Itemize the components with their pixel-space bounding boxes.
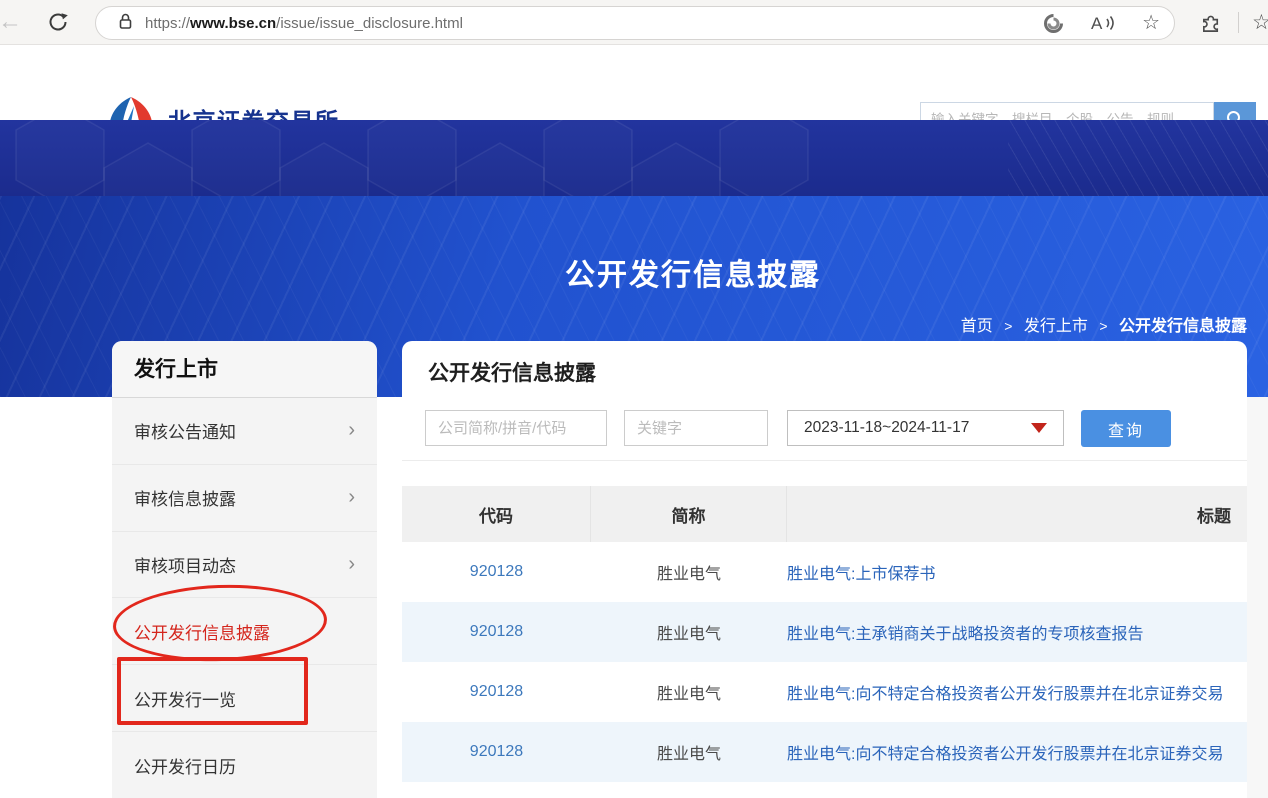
sidebar-item-audit-notices[interactable]: 审核公告通知 › bbox=[112, 398, 377, 465]
stock-code-link[interactable]: 920128 bbox=[402, 722, 591, 782]
column-header-code: 代码 bbox=[402, 486, 591, 542]
refresh-icon[interactable] bbox=[46, 10, 70, 34]
toolbar-divider bbox=[1238, 12, 1239, 33]
content-right-gutter bbox=[1247, 397, 1268, 798]
browser-window: ← https://www.bse.cn/issue/issue_disclos… bbox=[0, 0, 1268, 798]
keyword-filter-input[interactable] bbox=[624, 410, 768, 446]
stock-name: 胜业电气 bbox=[591, 602, 787, 662]
stock-name: 胜业电气 bbox=[591, 662, 787, 722]
table-row: 920128 胜业电气 胜业电气:主承销商关于战略投资者的专项核查报告 bbox=[402, 602, 1247, 662]
filter-divider bbox=[402, 460, 1247, 461]
url-text: https://www.bse.cn/issue/issue_disclosur… bbox=[145, 15, 463, 32]
date-range-value: 2023-11-18~2024-11-17 bbox=[804, 419, 969, 437]
sidebar-item-audit-disclosure[interactable]: 审核信息披露 › bbox=[112, 465, 377, 532]
chevron-right-icon: › bbox=[348, 419, 355, 442]
back-icon[interactable]: ← bbox=[0, 8, 22, 36]
extensions-puzzle-icon[interactable] bbox=[1200, 11, 1223, 39]
document-link[interactable]: 胜业电气:向不特定合格投资者公开发行股票并在北京证券交易 bbox=[787, 662, 1247, 722]
column-header-title: 标题 bbox=[787, 486, 1247, 542]
date-range-select[interactable]: 2023-11-18~2024-11-17 bbox=[787, 410, 1064, 446]
sidebar-item-public-offering-disclosure[interactable]: 公开发行信息披露 bbox=[112, 598, 377, 665]
document-link[interactable]: 胜业电气:上市保荐书 bbox=[787, 542, 1247, 602]
swirl-badge-icon[interactable] bbox=[1043, 13, 1064, 34]
chevron-right-icon: › bbox=[348, 486, 355, 509]
document-link[interactable]: 胜业电气:向不特定合格投资者公开发行股票并在北京证券交易 bbox=[787, 722, 1247, 782]
table-row: 920128 胜业电气 胜业电气:向不特定合格投资者公开发行股票并在北京证券交易 bbox=[402, 662, 1247, 722]
collections-star-icon[interactable]: ☆ bbox=[1252, 10, 1268, 35]
main-nav: 首页 党建引领 发行上市 债券 信息披露 市场数据 产品 法律规则 bbox=[0, 120, 1268, 196]
breadcrumb-separator: > bbox=[1099, 318, 1107, 334]
svg-text:A: A bbox=[1091, 14, 1103, 33]
stock-code-link[interactable]: 920128 bbox=[402, 602, 591, 662]
sidebar-item-public-offering-calendar[interactable]: 公开发行日历 bbox=[112, 732, 377, 798]
nav-diagonal-pattern bbox=[1008, 120, 1268, 196]
page-title: 公开发行信息披露 bbox=[428, 357, 596, 387]
table-row: 920128 胜业电气 胜业电气:上市保荐书 bbox=[402, 542, 1247, 602]
table-header-row: 代码 简称 标题 bbox=[402, 486, 1247, 542]
site-header: 北京证券交易所 BEIJING STOCK EXCHANGE bbox=[0, 45, 1268, 120]
browser-toolbar: ← https://www.bse.cn/issue/issue_disclos… bbox=[0, 0, 1268, 45]
banner-title: 公开发行信息披露 bbox=[565, 250, 821, 294]
table-row: 920128 胜业电气 胜业电气:向不特定合格投资者公开发行股票并在北京证券交易 bbox=[402, 722, 1247, 782]
lock-icon bbox=[118, 12, 133, 35]
query-button[interactable]: 查询 bbox=[1081, 410, 1171, 447]
breadcrumb: 首页 > 发行上市 > 公开发行信息披露 bbox=[961, 312, 1247, 336]
favorite-star-icon[interactable]: ☆ bbox=[1142, 13, 1160, 33]
chevron-right-icon: › bbox=[348, 553, 355, 576]
sidebar-title: 发行上市 bbox=[112, 341, 377, 398]
breadcrumb-separator: > bbox=[1004, 318, 1012, 334]
column-header-name: 简称 bbox=[591, 486, 787, 542]
stock-code-link[interactable]: 920128 bbox=[402, 662, 591, 722]
stock-name: 胜业电气 bbox=[591, 542, 787, 602]
document-link[interactable]: 胜业电气:主承销商关于战略投资者的专项核查报告 bbox=[787, 602, 1247, 662]
sidebar-item-public-offering-list[interactable]: 公开发行一览 bbox=[112, 665, 377, 732]
sidebar-item-audit-progress[interactable]: 审核项目动态 › bbox=[112, 532, 377, 599]
company-filter-input[interactable] bbox=[425, 410, 607, 446]
breadcrumb-listing[interactable]: 发行上市 bbox=[1024, 318, 1088, 335]
stock-code-link[interactable]: 920128 bbox=[402, 542, 591, 602]
breadcrumb-home[interactable]: 首页 bbox=[961, 318, 993, 335]
sidebar: 发行上市 审核公告通知 › 审核信息披露 › 审核项目动态 › 公开发行信息披露… bbox=[112, 341, 377, 798]
stock-name: 胜业电气 bbox=[591, 722, 787, 782]
dropdown-caret-icon bbox=[1031, 423, 1047, 433]
read-aloud-icon[interactable]: A bbox=[1090, 13, 1116, 33]
address-bar[interactable]: https://www.bse.cn/issue/issue_disclosur… bbox=[95, 6, 1175, 40]
breadcrumb-current: 公开发行信息披露 bbox=[1119, 318, 1247, 335]
main-panel: 公开发行信息披露 2023-11-18~2024-11-17 查询 代码 简称 … bbox=[402, 341, 1247, 798]
